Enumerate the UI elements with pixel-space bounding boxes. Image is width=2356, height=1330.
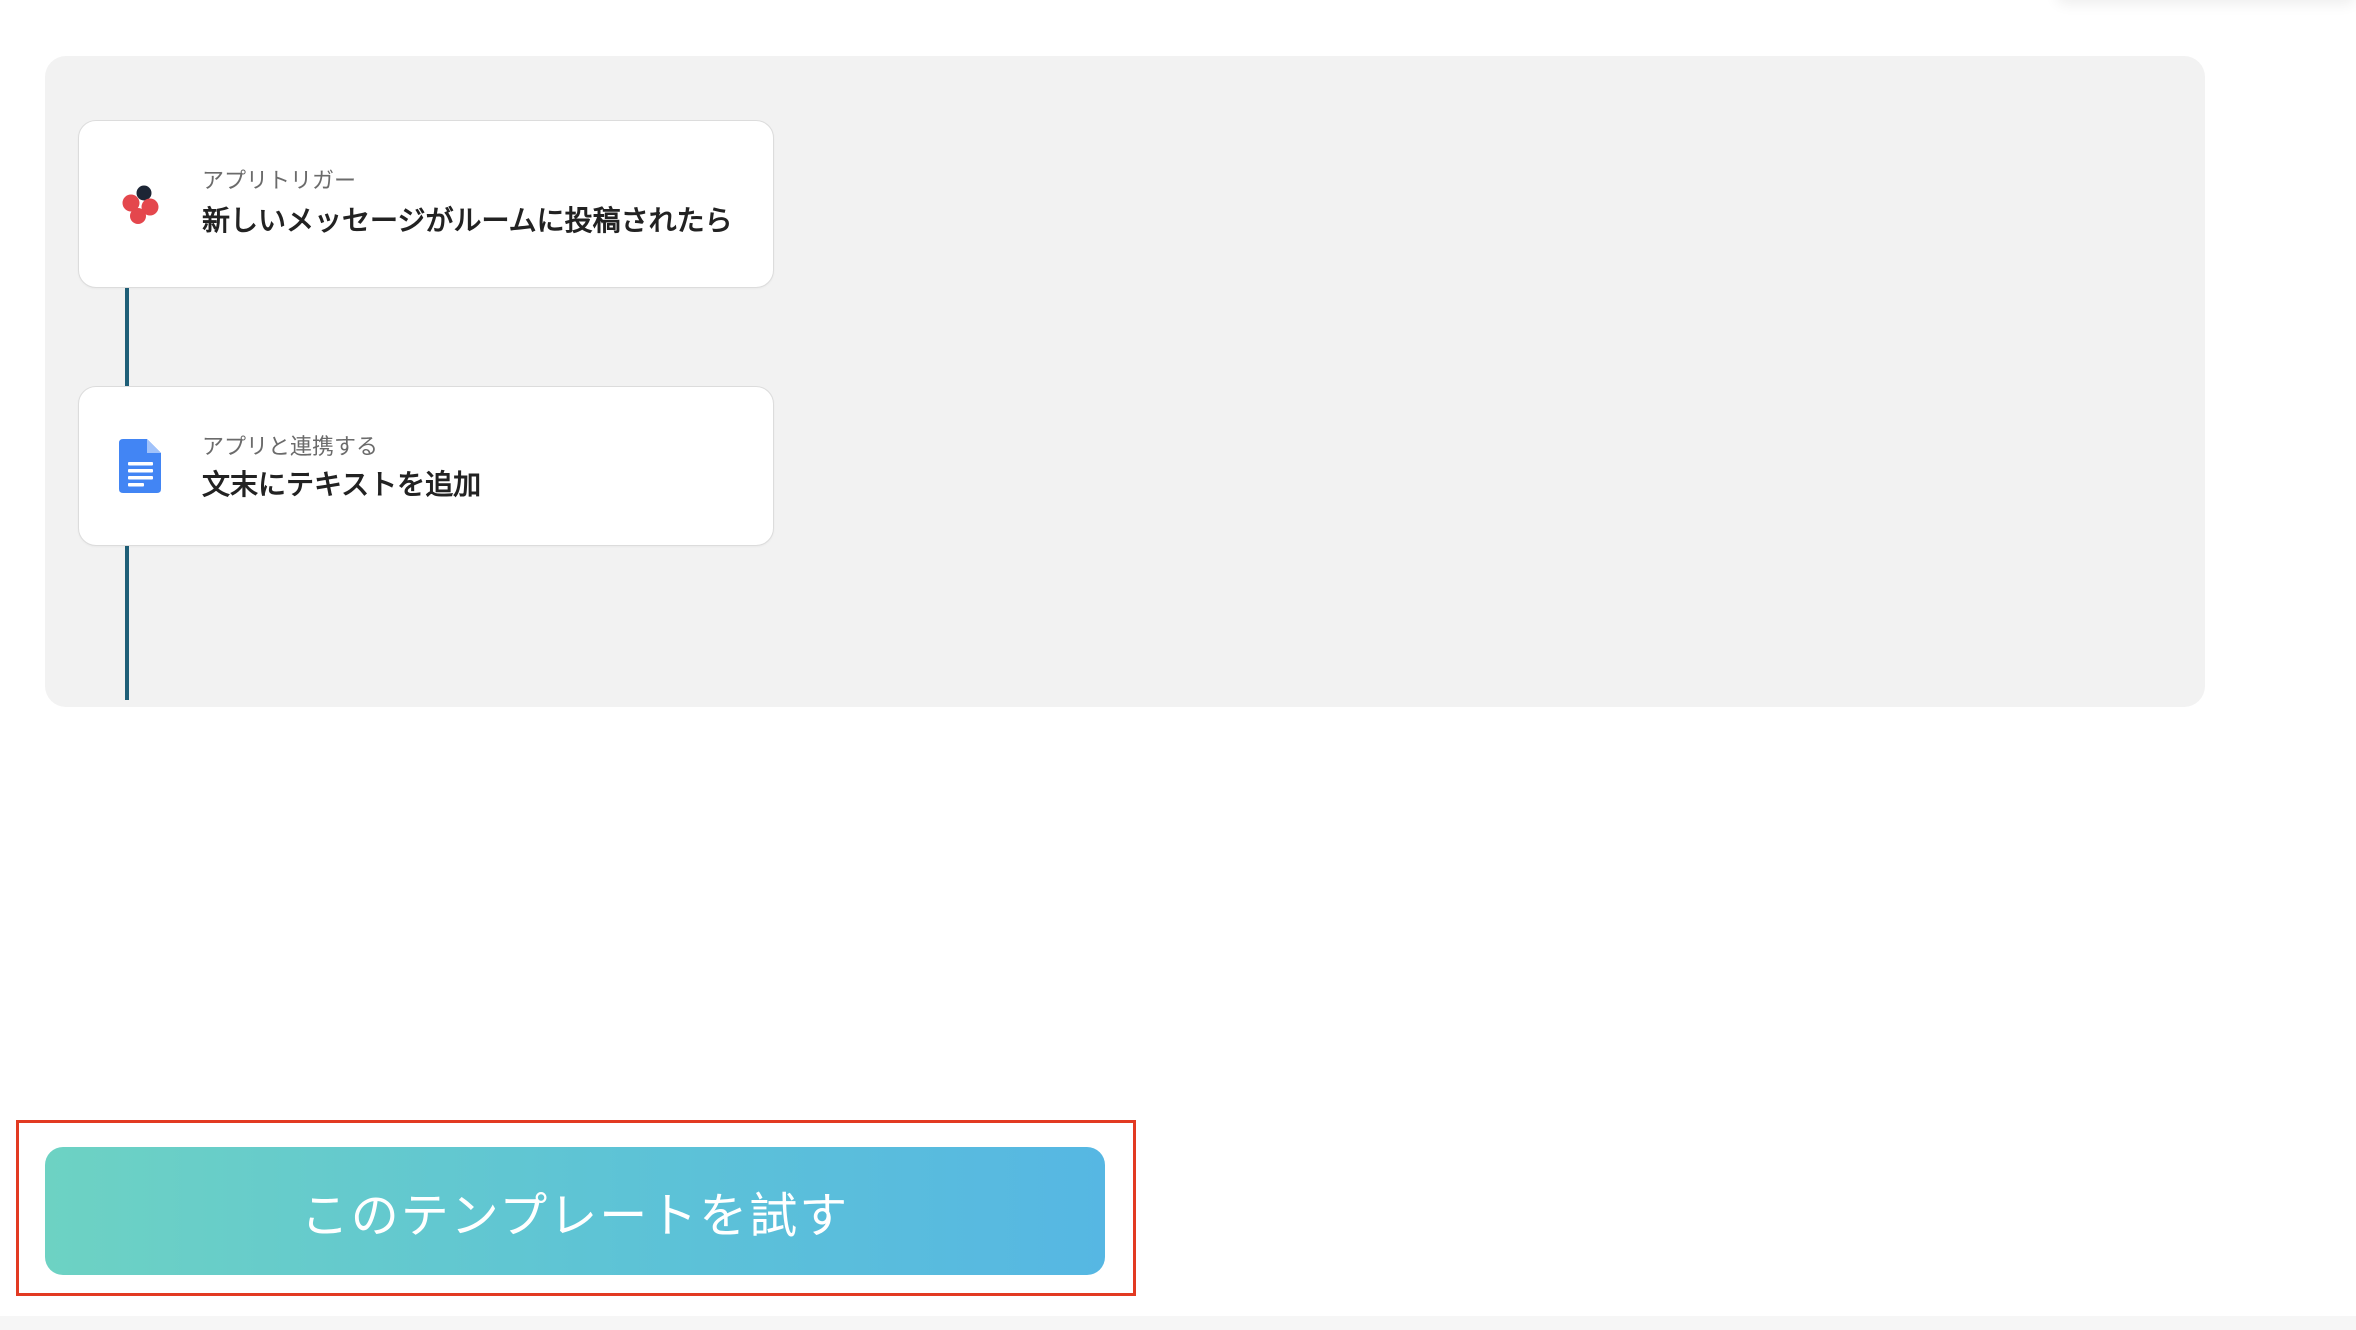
flow-preview-panel: アプリトリガー 新しいメッセージがルームに投稿されたら アプリと連携する 文末に… bbox=[45, 56, 2205, 707]
google-docs-icon bbox=[119, 439, 161, 493]
try-template-button[interactable]: このテンプレートを試す bbox=[45, 1147, 1105, 1275]
step-type-label: アプリトリガー bbox=[202, 169, 357, 194]
flow-connector-line bbox=[125, 546, 129, 700]
flow-step-trigger[interactable]: アプリトリガー 新しいメッセージがルームに投稿されたら bbox=[78, 120, 774, 288]
step-type-label: アプリと連携する bbox=[202, 435, 379, 460]
step-title: 文末にテキストを追加 bbox=[202, 468, 482, 501]
flow-step-action[interactable]: アプリと連携する 文末にテキストを追加 bbox=[78, 386, 774, 546]
chatwork-logo-icon bbox=[122, 185, 159, 224]
step-title: 新しいメッセージがルームに投稿されたら bbox=[202, 204, 733, 237]
bottom-edge-strip bbox=[0, 1316, 2356, 1330]
